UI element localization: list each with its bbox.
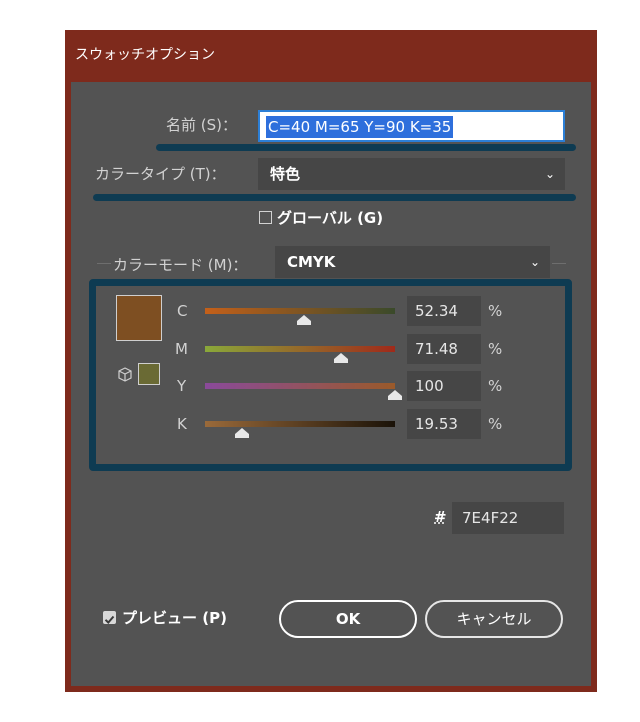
channel-y-unit: %: [488, 377, 503, 395]
channel-m-label: M: [175, 340, 188, 358]
preview-checkbox[interactable]: [103, 611, 116, 624]
hash-icon: #: [434, 508, 447, 526]
color-mode-value: CMYK: [287, 253, 336, 271]
channel-m-unit: %: [488, 340, 503, 358]
channel-k-unit: %: [488, 415, 503, 433]
channel-c-value[interactable]: 52.34: [407, 296, 481, 326]
channel-k-label: K: [177, 415, 187, 433]
swatch-options-dialog: 名前 (S)： C=40 M=65 Y=90 K=35 カラータイプ (T)： …: [71, 82, 591, 686]
channel-y-label: Y: [177, 377, 187, 395]
name-input-value: C=40 M=65 Y=90 K=35: [266, 116, 454, 138]
color-sliders-panel: C 52.34 % M 71.48 % Y 100 % K 19.53 %: [89, 279, 572, 471]
ok-button[interactable]: OK: [279, 600, 417, 638]
cube-icon[interactable]: [116, 366, 134, 384]
channel-y-slider[interactable]: [205, 383, 395, 389]
name-label: 名前 (S)：: [166, 116, 237, 134]
channel-k-slider[interactable]: [205, 421, 395, 427]
checkmark-icon: [104, 615, 115, 624]
cancel-button[interactable]: キャンセル: [425, 600, 563, 638]
channel-y-value[interactable]: 100: [407, 371, 481, 401]
color-mode-label: カラーモード (M)：: [113, 256, 248, 274]
chevron-down-icon: ⌄: [544, 167, 555, 181]
channel-c-label: C: [177, 302, 188, 320]
gamut-swatch[interactable]: [138, 363, 160, 385]
window-frame: スウォッチオプション 名前 (S)： C=40 M=65 Y=90 K=35 カ…: [65, 30, 597, 692]
channel-m-value[interactable]: 71.48: [407, 334, 481, 364]
color-type-underline: [93, 194, 576, 201]
global-checkbox[interactable]: [259, 211, 272, 224]
channel-c-unit: %: [488, 302, 503, 320]
color-type-select[interactable]: 特色 ⌄: [258, 158, 565, 190]
group-line-right: [552, 263, 566, 264]
color-mode-select[interactable]: CMYK ⌄: [275, 246, 550, 278]
group-line-left: [97, 263, 111, 264]
channel-k-value[interactable]: 19.53: [407, 409, 481, 439]
color-swatch: [116, 295, 162, 341]
name-input[interactable]: C=40 M=65 Y=90 K=35: [258, 110, 565, 142]
color-type-label: カラータイプ (T)：: [95, 165, 226, 183]
preview-label: プレビュー (P): [122, 609, 227, 627]
name-underline: [156, 144, 576, 151]
color-type-value: 特色: [270, 165, 301, 183]
hex-input[interactable]: 7E4F22: [452, 502, 564, 534]
channel-m-slider[interactable]: [205, 346, 395, 352]
global-label: グローバル (G): [277, 209, 384, 227]
chevron-down-icon: ⌄: [529, 255, 540, 269]
channel-c-slider[interactable]: [205, 308, 395, 314]
window-title: スウォッチオプション: [75, 47, 215, 63]
